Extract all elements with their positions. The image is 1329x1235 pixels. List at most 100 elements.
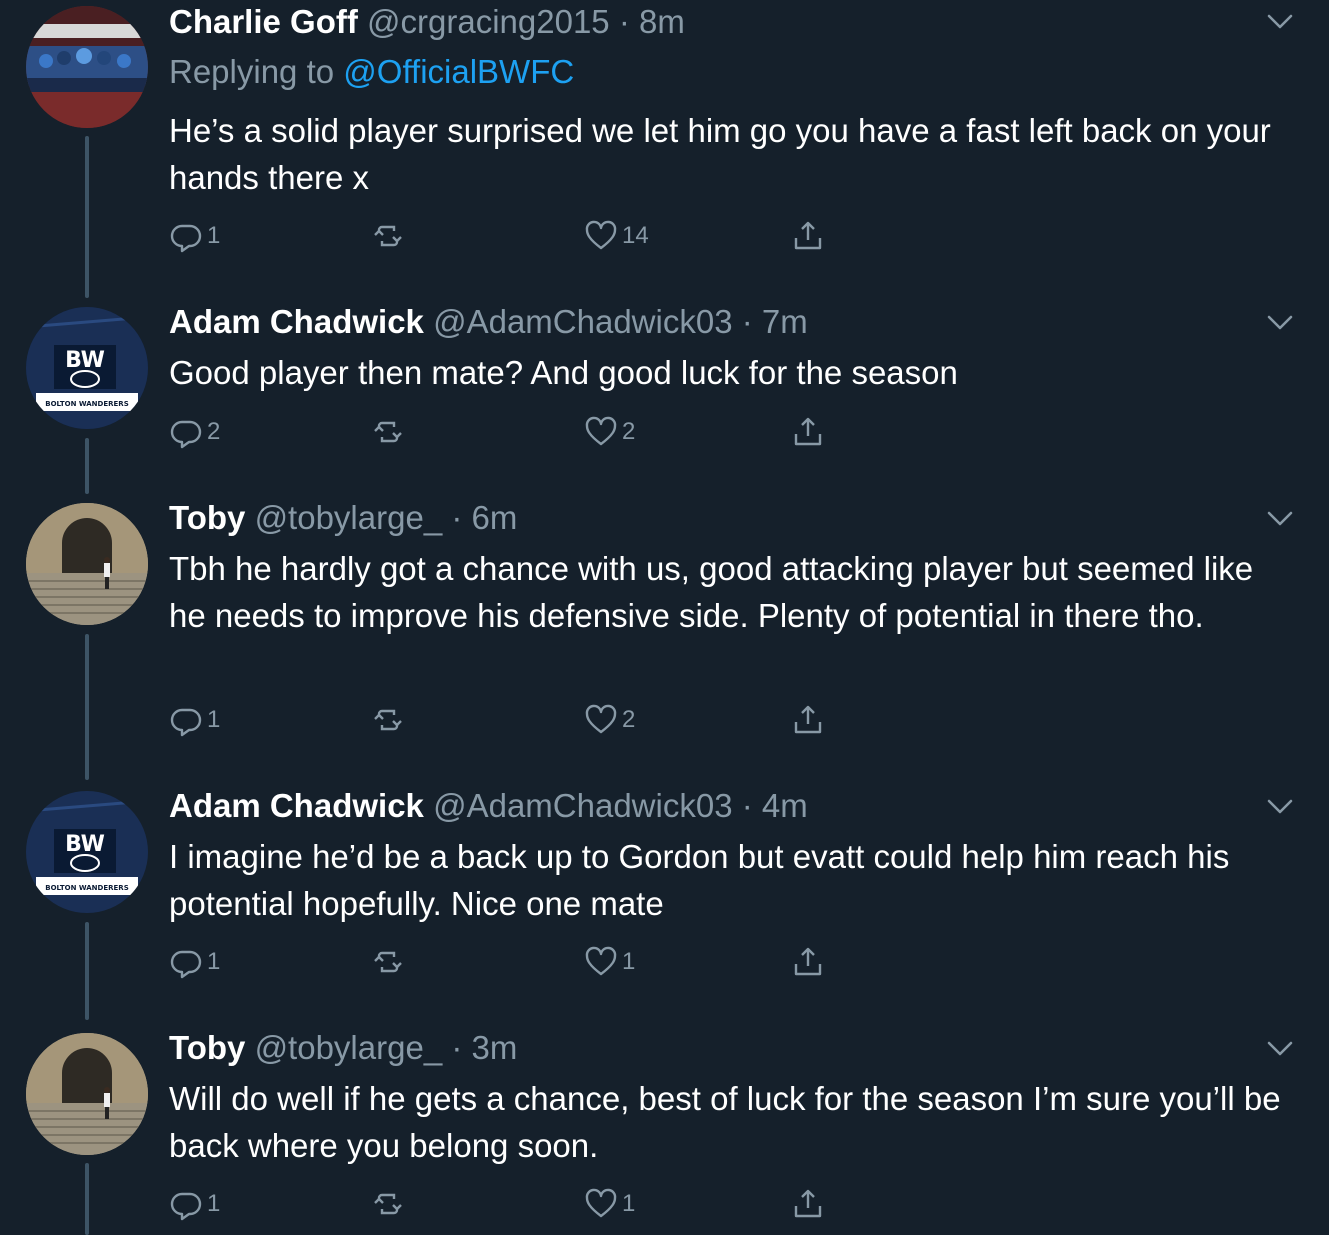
tweet[interactable]: BW BOLTON WANDERERS Adam Chadwick @AdamC… <box>0 784 1329 1020</box>
like-icon <box>585 704 617 734</box>
timestamp[interactable]: 8m <box>639 3 685 40</box>
share-button[interactable] <box>791 944 825 980</box>
reply-count: 2 <box>207 418 221 445</box>
share-icon <box>794 947 822 976</box>
display-name[interactable]: Adam Chadwick <box>169 787 424 824</box>
tweet-text: Will do well if he gets a chance, best o… <box>169 1080 1281 1164</box>
retweet-button[interactable] <box>371 1186 405 1222</box>
user-handle[interactable]: @AdamChadwick03 <box>433 787 732 824</box>
tweet[interactable]: Toby @tobylarge_ · 3m Will do well if he… <box>0 1026 1329 1235</box>
tweet-header: Toby @tobylarge_ · 3m <box>169 1028 517 1068</box>
steps-archway-photo <box>26 1033 148 1155</box>
like-icon <box>585 1188 617 1218</box>
separator-dot: · <box>741 303 753 340</box>
avatar[interactable] <box>26 503 148 625</box>
like-button[interactable]: 2 <box>584 414 635 450</box>
reply-button[interactable]: 1 <box>169 944 220 980</box>
retweet-button[interactable] <box>371 702 405 738</box>
timestamp[interactable]: 7m <box>762 303 808 340</box>
steps-archway-photo <box>26 503 148 625</box>
separator-dot: · <box>741 787 753 824</box>
timestamp[interactable]: 4m <box>762 787 808 824</box>
tweet-text: Good player then mate? And good luck for… <box>169 354 958 391</box>
svg-text:BW: BW <box>65 832 105 857</box>
like-button[interactable]: 1 <box>584 1186 635 1222</box>
action-bar: 1 1 <box>169 944 869 980</box>
timestamp[interactable]: 6m <box>472 499 518 536</box>
retweet-button[interactable] <box>371 218 405 254</box>
like-icon <box>585 946 617 976</box>
share-button[interactable] <box>791 1186 825 1222</box>
tweet[interactable]: Toby @tobylarge_ · 6m Tbh he hardly got … <box>0 496 1329 776</box>
reply-button[interactable]: 2 <box>169 414 220 450</box>
tweet-text: I imagine he’d be a back up to Gordon bu… <box>169 838 1230 922</box>
share-icon <box>794 1189 822 1218</box>
bolton-wanderers-crest: BW BOLTON WANDERERS <box>26 307 148 429</box>
retweet-icon <box>374 421 402 443</box>
retweet-button[interactable] <box>371 414 405 450</box>
tweet-text: Tbh he hardly got a chance with us, good… <box>169 550 1254 634</box>
chevron-down-icon[interactable] <box>1266 509 1294 529</box>
replying-prefix: Replying to <box>169 53 335 90</box>
svg-text:BOLTON WANDERERS: BOLTON WANDERERS <box>45 400 129 408</box>
like-button[interactable]: 2 <box>584 702 635 738</box>
like-count: 1 <box>622 1190 636 1217</box>
share-icon <box>794 221 822 250</box>
reply-button[interactable]: 1 <box>169 1186 220 1222</box>
action-bar: 1 2 <box>169 702 869 738</box>
avatar[interactable] <box>26 6 148 128</box>
chevron-down-icon[interactable] <box>1266 12 1294 32</box>
reply-icon <box>170 420 202 449</box>
reply-count: 1 <box>207 1190 221 1217</box>
reply-count: 1 <box>207 948 221 975</box>
display-name[interactable]: Toby <box>169 1029 245 1066</box>
action-bar: 2 2 <box>169 414 869 450</box>
retweet-button[interactable] <box>371 944 405 980</box>
display-name[interactable]: Charlie Goff <box>169 3 358 40</box>
svg-text:BOLTON WANDERERS: BOLTON WANDERERS <box>45 884 129 892</box>
like-icon <box>585 220 617 250</box>
like-button[interactable]: 1 <box>584 944 635 980</box>
tweet-header: Toby @tobylarge_ · 6m <box>169 498 517 538</box>
reply-icon <box>170 224 202 253</box>
avatar[interactable]: BW BOLTON WANDERERS <box>26 307 148 429</box>
like-icon <box>585 416 617 446</box>
user-handle[interactable]: @tobylarge_ <box>255 499 443 536</box>
reply-icon <box>170 708 202 737</box>
avatar[interactable]: BW BOLTON WANDERERS <box>26 791 148 913</box>
bolton-wanderers-crest: BW BOLTON WANDERERS <box>26 791 148 913</box>
action-bar: 1 14 <box>169 218 869 254</box>
mention-link[interactable]: @OfficialBWFC <box>343 53 574 90</box>
user-handle[interactable]: @crgracing2015 <box>367 3 610 40</box>
timestamp[interactable]: 3m <box>472 1029 518 1066</box>
chevron-down-icon[interactable] <box>1266 313 1294 333</box>
retweet-icon <box>374 225 402 247</box>
tweet-header: Charlie Goff @crgracing2015 · 8m <box>169 2 685 42</box>
tweet-header: Adam Chadwick @AdamChadwick03 · 7m <box>169 302 808 342</box>
chevron-down-icon[interactable] <box>1266 1039 1294 1059</box>
share-button[interactable] <box>791 218 825 254</box>
reply-button[interactable]: 1 <box>169 218 220 254</box>
like-button[interactable]: 14 <box>584 218 649 254</box>
reply-count: 1 <box>207 706 221 733</box>
user-handle[interactable]: @tobylarge_ <box>255 1029 443 1066</box>
share-button[interactable] <box>791 702 825 738</box>
tweet[interactable]: Charlie Goff @crgracing2015 · 8m Replyin… <box>0 0 1329 290</box>
retweet-icon <box>374 709 402 731</box>
reply-button[interactable]: 1 <box>169 702 220 738</box>
chevron-down-icon[interactable] <box>1266 797 1294 817</box>
like-count: 14 <box>622 222 649 249</box>
avatar[interactable] <box>26 1033 148 1155</box>
display-name[interactable]: Adam Chadwick <box>169 303 424 340</box>
display-name[interactable]: Toby <box>169 499 245 536</box>
svg-text:BW: BW <box>65 348 105 373</box>
separator-dot: · <box>451 499 463 536</box>
separator-dot: · <box>618 3 630 40</box>
tweet-header: Adam Chadwick @AdamChadwick03 · 4m <box>169 786 808 826</box>
share-button[interactable] <box>791 414 825 450</box>
stadium-team-photo <box>26 6 148 128</box>
user-handle[interactable]: @AdamChadwick03 <box>433 303 732 340</box>
tweet-text: He’s a solid player surprised we let him… <box>169 112 1271 196</box>
like-count: 2 <box>622 418 636 445</box>
tweet[interactable]: BW BOLTON WANDERERS Adam Chadwick @AdamC… <box>0 300 1329 490</box>
